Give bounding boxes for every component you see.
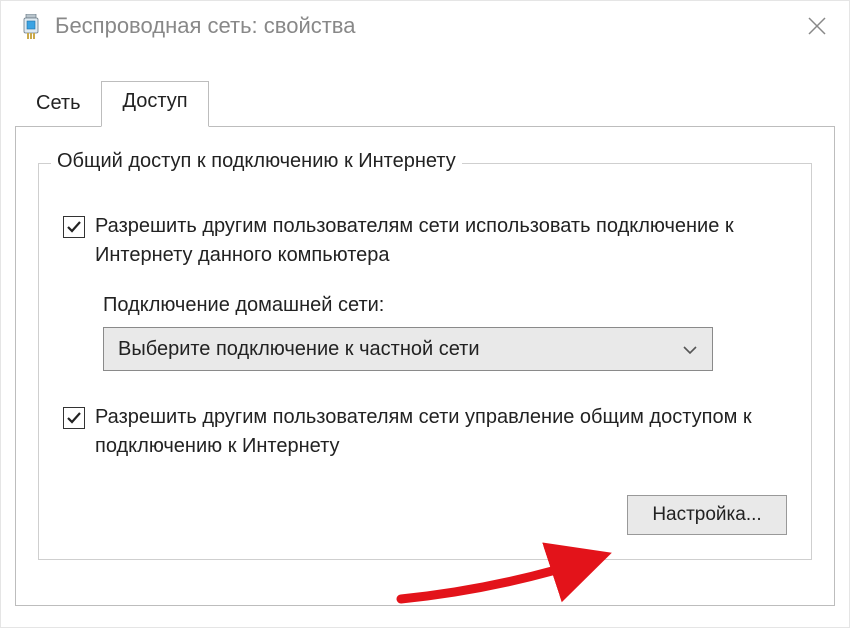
checkbox-allow-share[interactable] [63,216,85,238]
tabs: Сеть Доступ [15,81,835,126]
home-connection-label: Подключение домашней сети: [103,294,787,317]
checkbox-allow-control[interactable] [63,407,85,429]
tab-label: Сеть [36,92,80,114]
checkmark-icon [66,410,82,426]
tab-sharing[interactable]: Доступ [101,81,208,127]
titlebar: Беспроводная сеть: свойства [1,1,849,51]
home-connection-dropdown[interactable]: Выберите подключение к частной сети [103,327,713,371]
tab-panel-sharing: Общий доступ к подключению к Интернету Р… [15,126,835,606]
tab-network[interactable]: Сеть [15,83,101,126]
checkbox-label-allow-control: Разрешить другим пользователям сети упра… [95,403,787,461]
close-icon [808,17,826,35]
checkbox-label-allow-share: Разрешить другим пользователям сети испо… [95,212,787,270]
settings-button-label: Настройка... [652,504,761,525]
settings-button-row: Настройка... [63,495,787,535]
tabs-region: Сеть Доступ Общий доступ к подключению к… [15,81,835,606]
checkbox-row-allow-control: Разрешить другим пользователям сети упра… [63,403,787,461]
properties-window: Беспроводная сеть: свойства Сеть Доступ … [0,0,850,628]
window-title: Беспроводная сеть: свойства [55,13,797,39]
settings-button[interactable]: Настройка... [627,495,787,535]
tab-label: Доступ [122,90,187,112]
checkmark-icon [66,219,82,235]
checkbox-row-allow-share: Разрешить другим пользователям сети испо… [63,212,787,270]
groupbox-legend: Общий доступ к подключению к Интернету [51,150,462,173]
chevron-down-icon [682,338,698,361]
dropdown-selected-text: Выберите подключение к частной сети [118,338,682,361]
close-button[interactable] [797,6,837,46]
groupbox-ics: Общий доступ к подключению к Интернету Р… [38,163,812,560]
network-adapter-icon [21,14,41,40]
